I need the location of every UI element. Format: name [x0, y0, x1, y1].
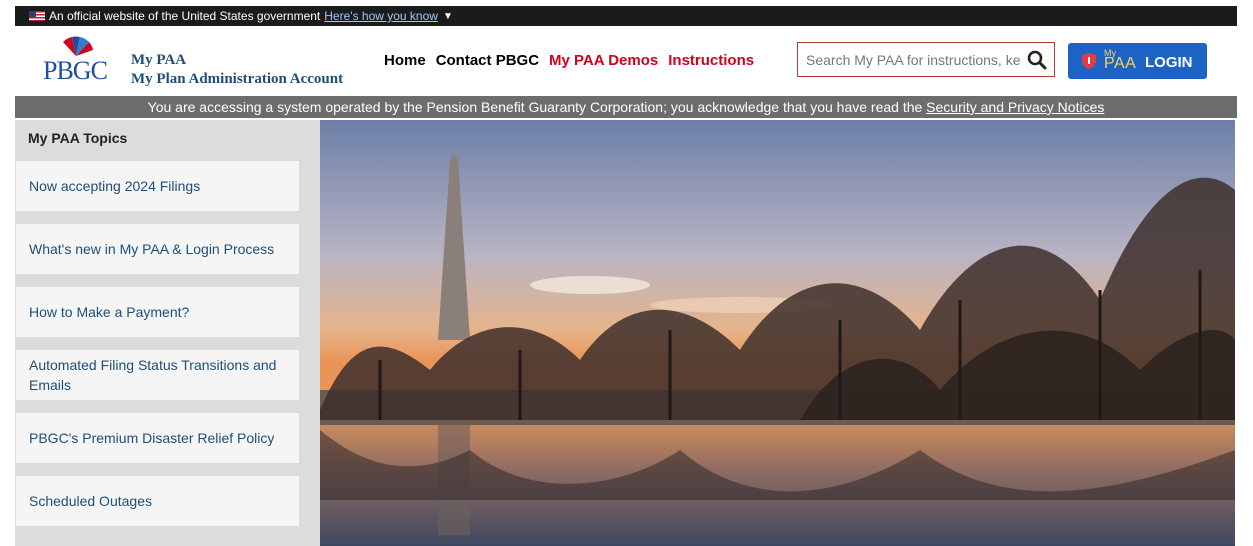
- sidebar-item-filing-status[interactable]: Automated Filing Status Transitions and …: [16, 350, 299, 400]
- nav-my-paa-demos[interactable]: My PAA Demos: [549, 52, 658, 70]
- nav-instructions[interactable]: Instructions: [668, 52, 754, 70]
- sidebar-item-disaster-relief[interactable]: PBGC's Premium Disaster Relief Policy: [16, 413, 299, 463]
- hero-image: [320, 120, 1235, 546]
- sidebar-title: My PAA Topics: [28, 130, 128, 146]
- site-header: PBGC My PAA My Plan Administration Accou…: [15, 26, 1237, 96]
- brand-title: My PAA My Plan Administration Account: [131, 52, 343, 89]
- gov-banner-text: An official website of the United States…: [49, 9, 321, 23]
- sidebar-item-2024-filings[interactable]: Now accepting 2024 Filings: [16, 161, 299, 211]
- shield-icon: [1082, 53, 1096, 69]
- sidebar-item-whats-new[interactable]: What's new in My PAA & Login Process: [16, 224, 299, 274]
- us-flag-icon: [29, 11, 45, 21]
- notice-text: You are accessing a system operated by t…: [147, 99, 927, 115]
- login-button[interactable]: My PAA LOGIN: [1068, 43, 1207, 79]
- heres-how-you-know-link[interactable]: Here's how you know: [324, 9, 438, 23]
- login-paa-label: PAA: [1104, 55, 1137, 72]
- sidebar-item-scheduled-outages[interactable]: Scheduled Outages: [16, 476, 299, 526]
- nav-home[interactable]: Home: [384, 52, 426, 70]
- pbgc-logo-icon: [63, 36, 93, 56]
- search-input[interactable]: [798, 44, 1026, 75]
- nav-contact-pbgc[interactable]: Contact PBGC: [436, 52, 539, 70]
- security-privacy-link[interactable]: Security and Privacy Notices: [926, 99, 1104, 115]
- sidebar-item-make-payment[interactable]: How to Make a Payment?: [16, 287, 299, 337]
- search-box: [797, 42, 1055, 77]
- washington-monument-photo: [320, 120, 1235, 546]
- chevron-down-icon[interactable]: ▼: [443, 11, 453, 22]
- main-nav: Home Contact PBGC My PAA Demos Instructi…: [384, 52, 764, 70]
- brand-line-2: My Plan Administration Account: [131, 71, 344, 87]
- brand-line-1: My PAA: [131, 52, 187, 68]
- pbgc-logo[interactable]: PBGC: [43, 36, 108, 88]
- topics-sidebar: My PAA Topics Now accepting 2024 Filings…: [15, 120, 320, 546]
- login-label: LOGIN: [1145, 54, 1193, 71]
- logo-text: PBGC: [43, 56, 108, 85]
- gov-banner: An official website of the United States…: [15, 6, 1237, 26]
- security-notice-bar: You are accessing a system operated by t…: [15, 96, 1237, 118]
- search-icon[interactable]: [1026, 49, 1048, 71]
